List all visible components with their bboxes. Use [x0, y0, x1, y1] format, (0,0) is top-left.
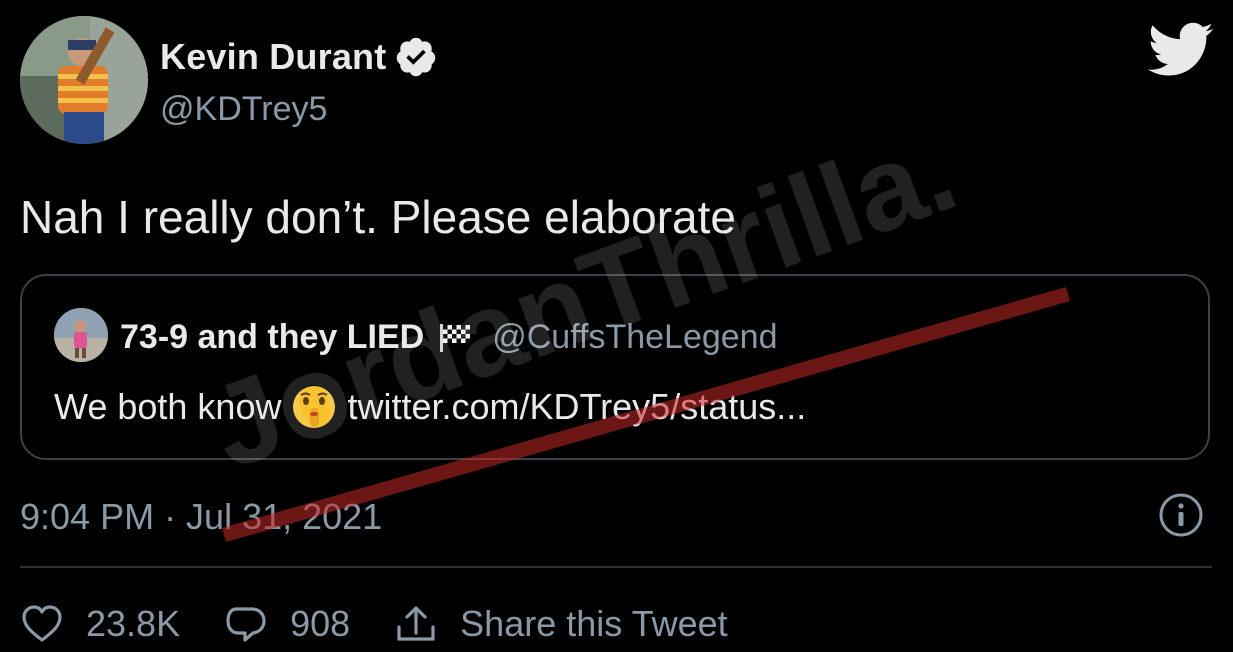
verified-badge-icon [394, 35, 438, 79]
tweet-card: Kevin Durant @KDTrey5 Nah I really don’t… [0, 0, 1233, 647]
tweet-text: Nah I really don’t. Please elaborate [20, 191, 736, 243]
quoted-tweet-card[interactable]: 73-9 and they LIED @CuffsTheLegend We bo… [20, 274, 1210, 460]
reply-bubble-icon [224, 604, 268, 644]
author-avatar[interactable] [20, 16, 148, 144]
quoted-tweet-body: We both know twitter.com/KDTrey5/status.… [54, 384, 806, 430]
heart-icon [20, 604, 64, 644]
share-button[interactable]: Share this Tweet [394, 603, 728, 645]
share-icon [394, 603, 438, 645]
divider [20, 566, 1212, 568]
tweet-actions: 23.8K 908 Share this Tweet [20, 596, 772, 652]
reply-count: 908 [290, 603, 351, 644]
author-handle[interactable]: @KDTrey5 [160, 90, 327, 129]
quoted-author-name: 73-9 and they LIED [120, 318, 425, 356]
shushing-face-icon [291, 384, 337, 430]
twitter-bird-icon[interactable] [1148, 22, 1214, 78]
quoted-tweet-link[interactable]: twitter.com/KDTrey5/status... [347, 386, 806, 428]
author-display-name[interactable]: Kevin Durant [160, 36, 386, 78]
reply-button[interactable]: 908 [224, 603, 350, 645]
like-count: 23.8K [86, 603, 181, 644]
like-button[interactable]: 23.8K [20, 603, 180, 645]
share-label: Share this Tweet [460, 603, 728, 644]
quoted-tweet-text: We both know [54, 386, 282, 427]
chequered-flag-icon [438, 322, 472, 354]
quoted-author-avatar [54, 308, 108, 362]
quoted-author-handle: @CuffsTheLegend [492, 318, 778, 356]
quoted-tweet-header: 73-9 and they LIED @CuffsTheLegend [120, 318, 778, 357]
info-icon[interactable] [1158, 492, 1204, 538]
tweet-timestamp[interactable]: 9:04 PM · Jul 31, 2021 [20, 496, 382, 538]
author-name-row: Kevin Durant [160, 34, 438, 80]
